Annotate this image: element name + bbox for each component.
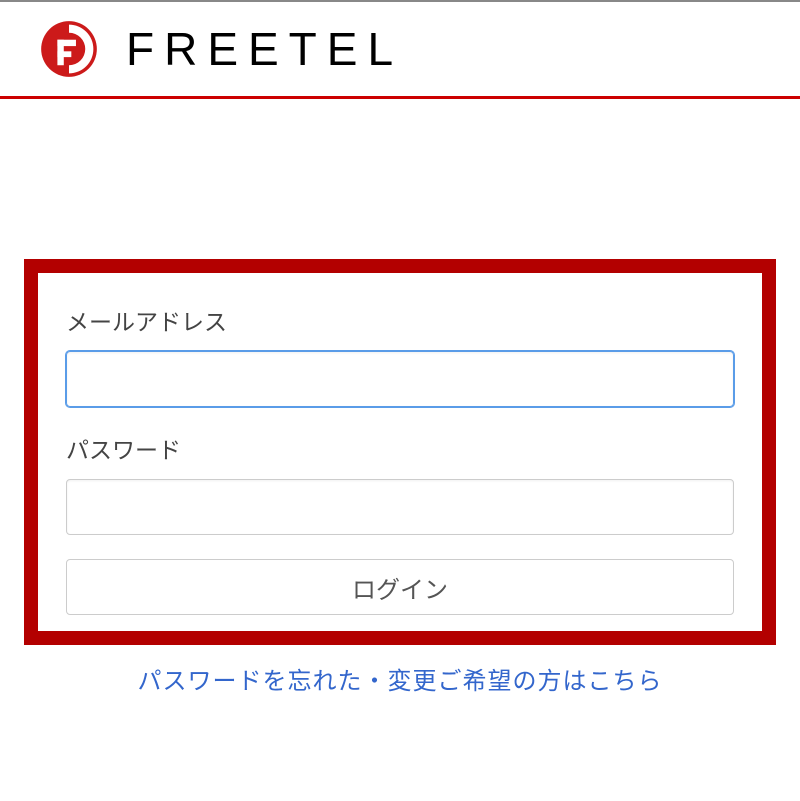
page-header: FREETEL (0, 2, 800, 99)
login-button[interactable]: ログイン (66, 559, 734, 615)
password-group: パスワード (66, 431, 734, 535)
email-label: メールアドレス (66, 303, 734, 337)
main-content: メールアドレス パスワード ログイン パスワードを忘れた・変更ご希望の方はこちら (0, 99, 800, 706)
freetel-logo-icon (40, 20, 98, 78)
password-input[interactable] (66, 479, 734, 535)
login-form: メールアドレス パスワード ログイン (24, 259, 776, 645)
brand-name: FREETEL (126, 22, 403, 76)
email-input[interactable] (66, 351, 734, 407)
forgot-password-link[interactable]: パスワードを忘れた・変更ご希望の方はこちら (24, 661, 776, 696)
password-label: パスワード (66, 431, 734, 465)
brand-logo: FREETEL (40, 20, 403, 78)
email-group: メールアドレス (66, 303, 734, 407)
